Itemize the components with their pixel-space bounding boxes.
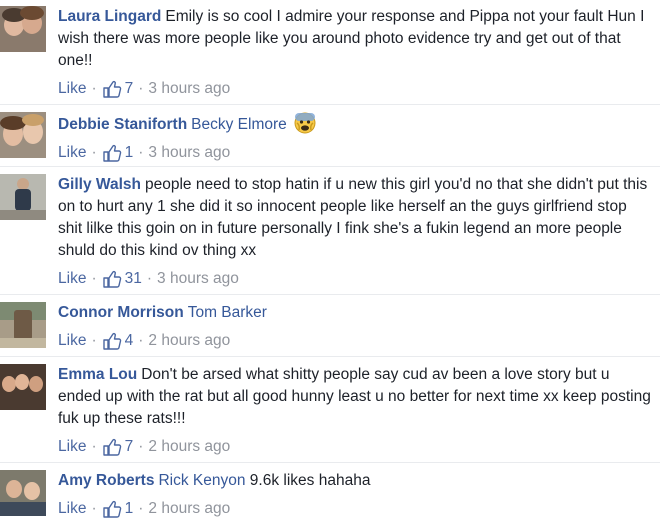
comment-meta: Like · 1 · 3 hours ago: [58, 142, 654, 164]
avatar[interactable]: [0, 470, 46, 516]
comment-meta: Like · 4 · 2 hours ago: [58, 330, 654, 352]
comment-author[interactable]: Laura Lingard: [58, 8, 161, 25]
separator-dot: ·: [91, 438, 97, 455]
thumbs-up-icon: [102, 270, 121, 288]
timestamp[interactable]: 2 hours ago: [148, 498, 230, 520]
like-button[interactable]: Like: [58, 498, 86, 520]
comment-meta: Like · 7 · 3 hours ago: [58, 78, 654, 100]
thumbs-up-icon: [102, 144, 121, 162]
separator-dot: ·: [138, 80, 144, 97]
comment-author[interactable]: Debbie Staniforth: [58, 116, 187, 133]
comment-author[interactable]: Gilly Walsh: [58, 176, 141, 193]
comment-body: Don't be arsed what shitty people say cu…: [58, 366, 651, 427]
divider: [0, 356, 660, 357]
comment-body: 9.6k likes hahaha: [249, 472, 371, 489]
timestamp[interactable]: 3 hours ago: [157, 268, 239, 290]
like-count[interactable]: 7: [125, 436, 134, 458]
separator-dot: ·: [138, 500, 144, 517]
mention-link[interactable]: Rick Kenyon: [158, 472, 245, 489]
fearful-face-icon: [294, 112, 316, 134]
comment-text: Amy Roberts Rick Kenyon 9.6k likes hahaha: [58, 470, 654, 492]
separator-dot: ·: [91, 500, 97, 517]
divider: [0, 462, 660, 463]
separator-dot: ·: [91, 144, 97, 161]
comment-text: Laura Lingard Emily is so cool I admire y…: [58, 6, 654, 72]
comment-meta: Like · 1 · 2 hours ago: [58, 498, 654, 520]
comment-text: Connor Morrison Tom Barker: [58, 302, 654, 324]
comment-author[interactable]: Emma Lou: [58, 366, 137, 383]
mention-link[interactable]: Becky Elmore: [191, 116, 287, 133]
separator-dot: ·: [91, 270, 97, 287]
divider: [0, 104, 660, 105]
separator-dot: ·: [91, 80, 97, 97]
avatar[interactable]: [0, 364, 46, 410]
separator-dot: ·: [138, 144, 144, 161]
comment-meta: Like · 7 · 2 hours ago: [58, 436, 654, 458]
like-count[interactable]: 7: [125, 78, 134, 100]
comment-author[interactable]: Connor Morrison: [58, 304, 184, 321]
divider: [0, 294, 660, 295]
separator-dot: ·: [91, 332, 97, 349]
like-button[interactable]: Like: [58, 330, 86, 352]
like-count[interactable]: 4: [125, 330, 134, 352]
thumbs-up-icon: [102, 80, 121, 98]
like-button[interactable]: Like: [58, 142, 86, 164]
thumbs-up-icon: [102, 438, 121, 456]
divider: [0, 166, 660, 167]
avatar[interactable]: [0, 6, 46, 52]
comment-text: Debbie Staniforth Becky Elmore: [58, 112, 654, 136]
timestamp[interactable]: 2 hours ago: [148, 436, 230, 458]
like-count[interactable]: 31: [125, 268, 142, 290]
like-count[interactable]: 1: [125, 142, 134, 164]
comment-body: people need to stop hatin if u new this …: [58, 176, 648, 259]
like-count[interactable]: 1: [125, 498, 134, 520]
separator-dot: ·: [146, 270, 153, 287]
like-button[interactable]: Like: [58, 268, 86, 290]
avatar[interactable]: [0, 302, 46, 348]
comment-author[interactable]: Amy Roberts: [58, 472, 154, 489]
separator-dot: ·: [138, 438, 144, 455]
timestamp[interactable]: 3 hours ago: [148, 142, 230, 164]
thumbs-up-icon: [102, 500, 121, 518]
avatar[interactable]: [0, 112, 46, 158]
comment-thread: Laura Lingard Emily is so cool I admire y…: [0, 0, 660, 526]
like-button[interactable]: Like: [58, 436, 86, 458]
like-button[interactable]: Like: [58, 78, 86, 100]
comment-text: Emma Lou Don't be arsed what shitty peopl…: [58, 364, 654, 430]
separator-dot: ·: [138, 332, 144, 349]
mention-link[interactable]: Tom Barker: [188, 304, 267, 321]
comment-text: Gilly Walsh people need to stop hatin if …: [58, 174, 654, 262]
comment-meta: Like · 31 · 3 hours ago: [58, 268, 654, 290]
timestamp[interactable]: 3 hours ago: [148, 78, 230, 100]
thumbs-up-icon: [102, 332, 121, 350]
avatar[interactable]: [0, 174, 46, 220]
timestamp[interactable]: 2 hours ago: [148, 330, 230, 352]
